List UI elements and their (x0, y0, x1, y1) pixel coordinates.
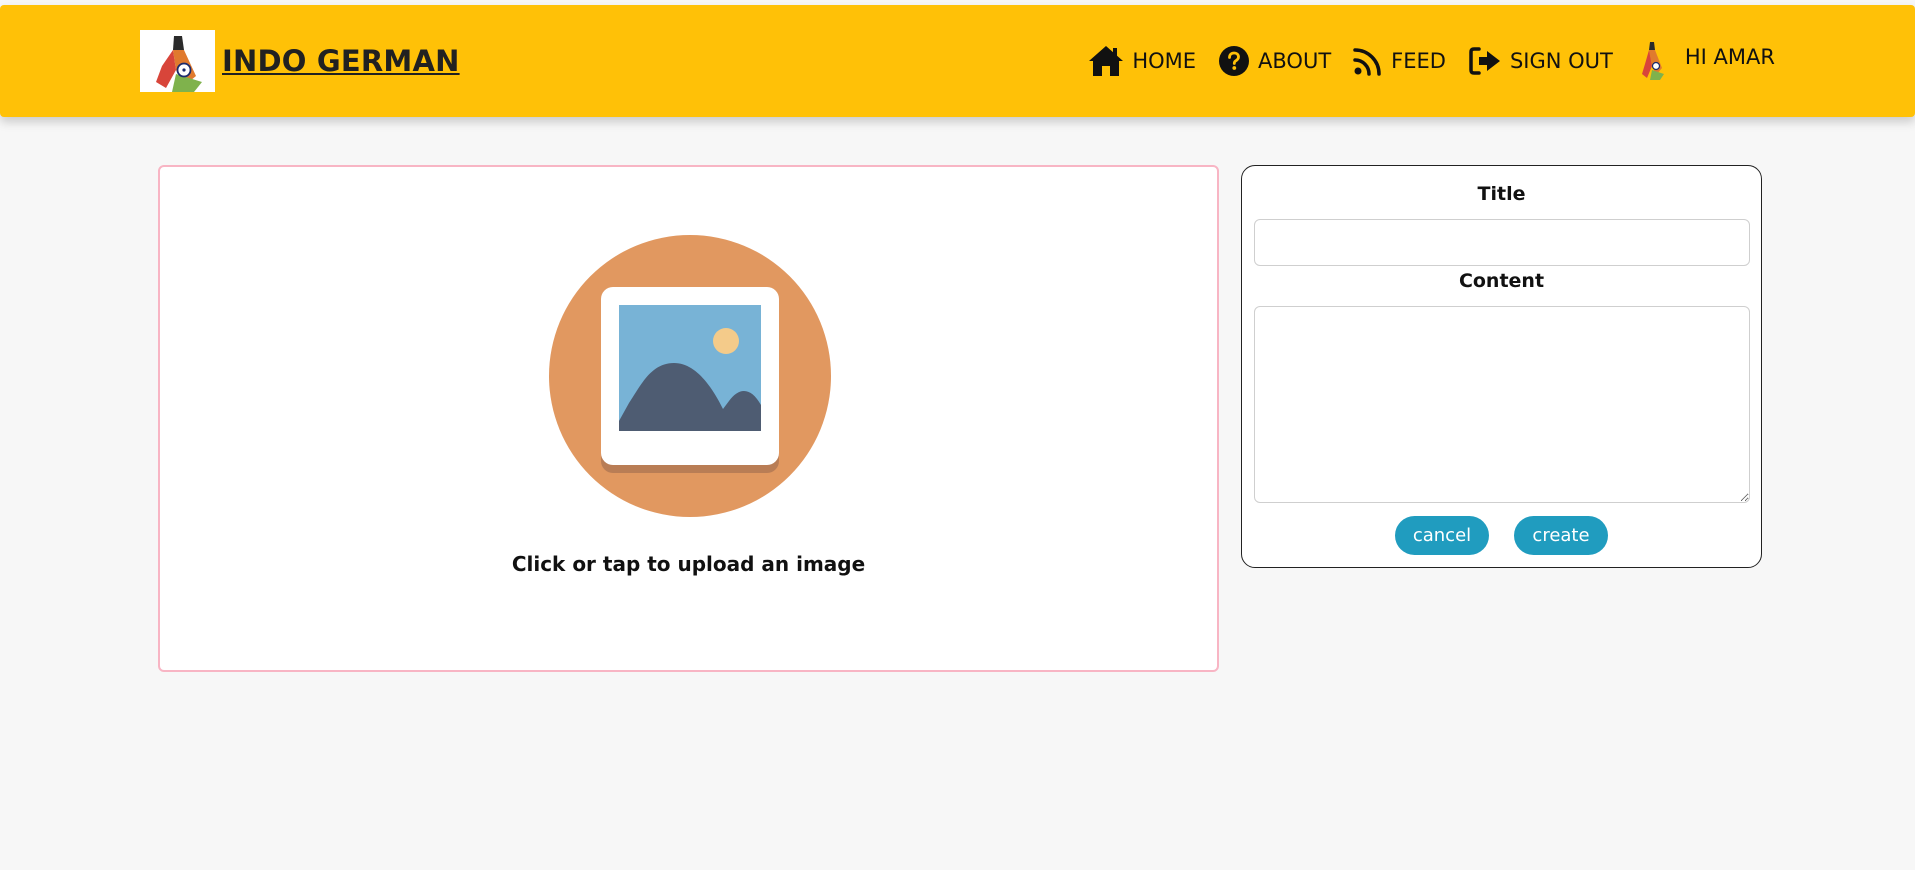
navbar: INDO GERMAN HOME ABOUT FEED SIGN OUT HI … (0, 5, 1915, 117)
nav-sign-out-label: SIGN OUT (1509, 49, 1613, 73)
nav-about[interactable]: ABOUT (1218, 45, 1331, 77)
sign-out-icon (1469, 47, 1500, 75)
post-form: Title Content cancel create (1241, 165, 1762, 568)
content-label: Content (1458, 270, 1545, 292)
image-upload-dropzone[interactable]: Click or tap to upload an image (158, 165, 1219, 672)
nav-feed-label: FEED (1391, 49, 1446, 73)
image-placeholder-icon (549, 235, 831, 517)
content-textarea[interactable] (1254, 306, 1750, 503)
user-profile-menu[interactable]: HI AMAR (1639, 42, 1775, 80)
avatar (1641, 42, 1664, 80)
cancel-button[interactable]: cancel (1395, 516, 1489, 555)
title-label: Title (1477, 183, 1526, 205)
user-greeting: HI AMAR (1684, 45, 1775, 69)
brand-name: INDO GERMAN (222, 44, 460, 78)
brand-link[interactable]: INDO GERMAN (140, 30, 460, 92)
create-button[interactable]: create (1514, 516, 1608, 555)
nav-about-label: ABOUT (1258, 49, 1332, 73)
title-input[interactable] (1254, 219, 1750, 266)
nav-menu: HOME ABOUT FEED SIGN OUT HI AMAR (1066, 5, 1775, 117)
home-icon (1089, 46, 1124, 76)
nav-home-label: HOME (1132, 49, 1197, 73)
question-circle-icon (1219, 46, 1250, 76)
nav-feed[interactable]: FEED (1353, 46, 1446, 76)
brand-logo-icon (140, 30, 215, 92)
upload-prompt: Click or tap to upload an image (511, 552, 866, 576)
nav-sign-out[interactable]: SIGN OUT (1468, 46, 1613, 76)
rss-feed-icon (1353, 48, 1381, 76)
nav-home[interactable]: HOME (1088, 45, 1196, 77)
